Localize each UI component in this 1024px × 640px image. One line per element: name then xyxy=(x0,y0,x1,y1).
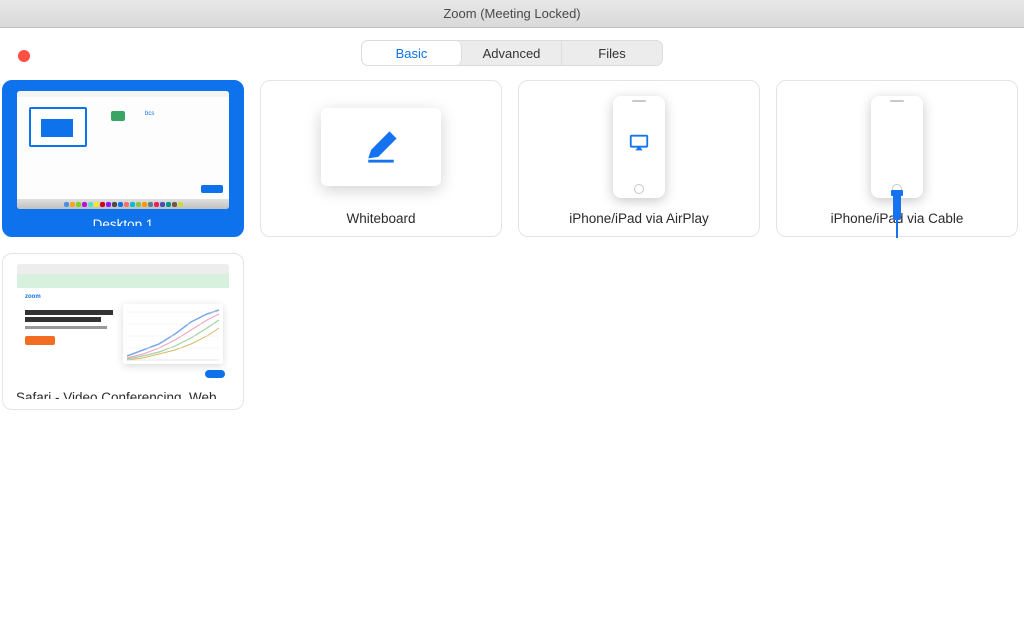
tab-basic[interactable]: Basic xyxy=(362,41,462,65)
share-option-desktop-1[interactable]: bcs Desktop 1 xyxy=(2,80,244,237)
tab-segmented-control: Basic Advanced Files xyxy=(361,40,663,66)
whiteboard-thumbnail xyxy=(261,81,501,203)
airplay-icon xyxy=(628,132,650,154)
safari-thumbnail: zoom xyxy=(3,254,243,382)
cable-icon xyxy=(893,192,901,220)
share-option-safari-window[interactable]: zoom xyxy=(2,253,244,410)
cable-thumbnail xyxy=(777,81,1017,203)
share-option-whiteboard[interactable]: Whiteboard xyxy=(260,80,502,237)
window-body: Basic Advanced Files bcs xyxy=(0,28,1024,640)
share-option-label: Desktop 1 xyxy=(93,217,154,226)
tab-files[interactable]: Files xyxy=(562,41,662,65)
tab-segmented-control-wrap: Basic Advanced Files xyxy=(0,28,1024,66)
phone-icon xyxy=(613,96,665,198)
share-option-airplay[interactable]: iPhone/iPad via AirPlay xyxy=(518,80,760,237)
whiteboard-icon xyxy=(321,108,441,186)
share-option-cable[interactable]: iPhone/iPad via Cable xyxy=(776,80,1018,237)
safari-preview: zoom xyxy=(17,264,229,382)
window-title: Zoom (Meeting Locked) xyxy=(443,6,580,21)
phone-with-cable-icon xyxy=(871,96,923,198)
desktop-thumbnail: bcs xyxy=(3,81,243,209)
tab-advanced[interactable]: Advanced xyxy=(462,41,562,65)
share-option-label: iPhone/iPad via AirPlay xyxy=(569,211,709,226)
window-titlebar: Zoom (Meeting Locked) xyxy=(0,0,1024,28)
share-option-label: Whiteboard xyxy=(346,211,415,226)
share-options-grid: bcs Desktop 1 Whi xyxy=(0,66,1024,410)
desktop-preview: bcs xyxy=(17,91,229,209)
safari-preview-logo: zoom xyxy=(25,294,41,300)
share-option-label: Safari - Video Conferencing, Web… xyxy=(16,390,230,399)
close-button[interactable] xyxy=(18,50,30,62)
airplay-thumbnail xyxy=(519,81,759,203)
